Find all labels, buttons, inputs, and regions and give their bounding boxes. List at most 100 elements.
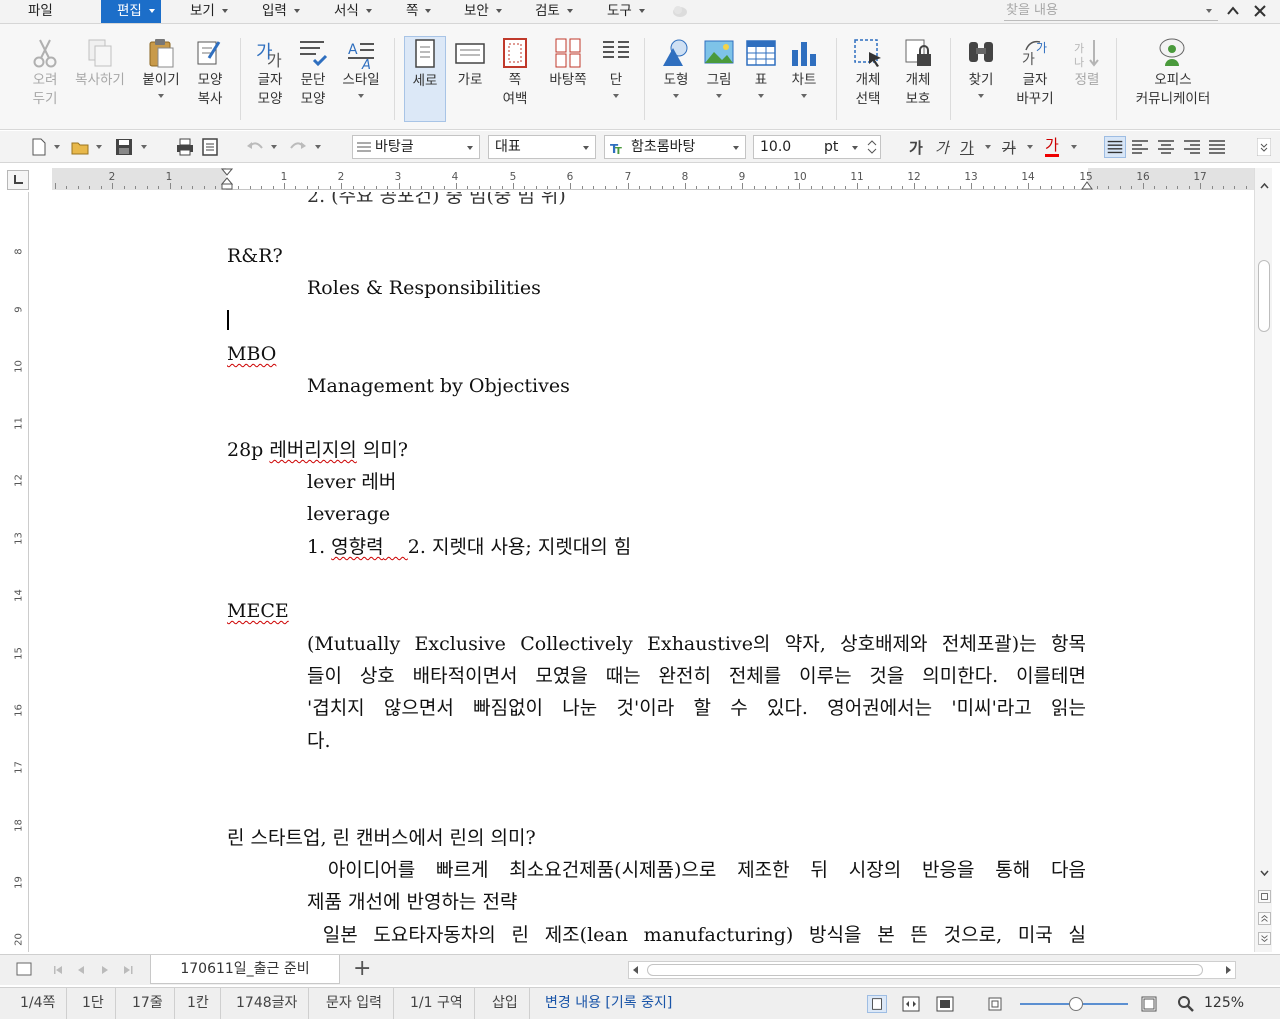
chevron-down-icon[interactable]	[315, 145, 321, 149]
chevron-down-icon[interactable]	[1027, 145, 1033, 149]
document-tab[interactable]: 170611일_출근 준비	[150, 955, 340, 984]
font-size-input[interactable]: 10.0 pt	[753, 135, 881, 159]
add-tab-button[interactable]: +	[353, 956, 371, 981]
menu-edit[interactable]: 편집	[101, 0, 161, 23]
object-select-button[interactable]: 개체 선택	[846, 36, 890, 126]
fit-width-icon[interactable]	[902, 996, 920, 1012]
redo-icon[interactable]	[289, 138, 307, 156]
shape-button[interactable]: 도형	[656, 36, 696, 126]
prev-page-icon[interactable]	[1258, 912, 1271, 925]
zoom-level[interactable]: 125%	[1204, 988, 1244, 1019]
print-icon[interactable]	[176, 138, 194, 156]
table-button[interactable]: 표	[742, 36, 780, 126]
ribbon-collapse-icon[interactable]	[1225, 3, 1241, 19]
font-select[interactable]: TT 함초롬바탕	[604, 135, 746, 159]
align-justify-icon[interactable]	[1104, 136, 1126, 158]
new-document-icon[interactable]	[30, 138, 48, 156]
menu-format[interactable]: 서식	[334, 0, 372, 23]
status-insert-mode[interactable]: 삽입	[481, 988, 530, 1019]
chevron-down-icon[interactable]	[1071, 145, 1077, 149]
horizontal-scrollbar-thumb[interactable]	[647, 964, 1203, 976]
tab-navigation-icons[interactable]	[52, 964, 136, 976]
para-shape-button[interactable]: 문단 모양	[293, 36, 333, 126]
landscape-button[interactable]: 가로	[450, 36, 490, 126]
paste-button[interactable]: 붙이기	[138, 36, 184, 126]
spin-stepper-icon[interactable]	[866, 138, 878, 156]
char-shape-button[interactable]: 가가 글자 모양	[250, 36, 290, 126]
normal-view-icon[interactable]	[867, 995, 887, 1013]
vertical-ruler[interactable]: 8 9 10 11 12 13 14 15 16 17 18 19 20	[9, 192, 29, 952]
chevron-down-icon[interactable]	[54, 145, 60, 149]
chevron-down-icon[interactable]	[985, 145, 991, 149]
font-color-button[interactable]: 가	[1045, 137, 1059, 157]
align-right-icon[interactable]	[1183, 138, 1201, 156]
zoom-out-icon[interactable]	[988, 997, 1002, 1011]
chart-button[interactable]: 차트	[784, 36, 824, 126]
scroll-down-icon[interactable]	[1258, 866, 1271, 879]
office-communicator-button[interactable]: 오피스 커뮤니케이터	[1128, 36, 1218, 126]
status-input-mode[interactable]: 문자 입력	[315, 988, 394, 1019]
format-copy-button[interactable]: 모양 복사	[190, 36, 230, 126]
chevron-down-icon[interactable]	[141, 145, 147, 149]
ruler-corner-button[interactable]	[7, 170, 29, 190]
find-input[interactable]: 찾을 내용	[1004, 1, 1218, 21]
close-icon[interactable]	[1252, 3, 1268, 19]
align-left-icon[interactable]	[1131, 138, 1149, 156]
chevron-down-icon[interactable]	[96, 145, 102, 149]
find-button[interactable]: 찾기	[962, 36, 1000, 126]
cloud-icon[interactable]	[671, 4, 689, 18]
horizontal-ruler[interactable]: 2 1 1 2 3 4 5 6 7 8 9 10 11 12 13 14 15 16 17	[52, 168, 1256, 190]
zoom-in-icon[interactable]	[1141, 996, 1157, 1012]
horizontal-scrollbar[interactable]	[628, 961, 1236, 979]
scroll-left-icon[interactable]	[631, 965, 641, 975]
style-button[interactable]: AA 스타일	[338, 36, 384, 126]
menu-tools-label: 도구	[607, 3, 632, 19]
object-protect-button[interactable]: 개체 보호	[896, 36, 940, 126]
replace-button[interactable]: 가가 글자 바꾸기	[1008, 36, 1062, 126]
page-margin-button[interactable]: 쪽 여백	[494, 36, 536, 126]
print-preview-icon[interactable]	[201, 138, 219, 156]
undo-icon[interactable]	[246, 138, 264, 156]
magnifier-icon[interactable]	[1177, 995, 1195, 1013]
picture-button[interactable]: 그림	[700, 36, 738, 126]
italic-button[interactable]: 가	[935, 137, 949, 158]
menu-security[interactable]: 보안	[464, 0, 502, 23]
copy-button[interactable]: 복사하기	[70, 36, 130, 126]
scroll-right-icon[interactable]	[1223, 965, 1233, 975]
strikethrough-button[interactable]: 가	[1002, 137, 1016, 158]
language-select[interactable]: 대표	[488, 135, 596, 159]
chevron-down-icon[interactable]	[271, 145, 277, 149]
zoom-slider-knob[interactable]	[1069, 997, 1083, 1011]
right-indent-marker-icon[interactable]	[1081, 178, 1093, 190]
align-center-icon[interactable]	[1157, 138, 1175, 156]
next-page-icon[interactable]	[1258, 932, 1271, 945]
column-button[interactable]: 단	[598, 36, 634, 126]
status-track-changes[interactable]: 변경 내용 [기록 중지]	[534, 988, 683, 1019]
scrollbar-thumb[interactable]	[1258, 260, 1270, 332]
window-layout-icon[interactable]	[16, 962, 32, 978]
menu-input[interactable]: 입력	[262, 0, 300, 23]
toolbar-more-icon[interactable]	[1257, 138, 1271, 156]
paragraph-style-select[interactable]: 바탕글	[352, 135, 480, 159]
indent-marker-icon[interactable]	[221, 168, 233, 190]
bold-button[interactable]: 가	[909, 137, 923, 158]
save-icon[interactable]	[115, 138, 133, 156]
menu-review[interactable]: 검토	[535, 0, 573, 23]
sort-button[interactable]: 가나 정렬	[1068, 36, 1106, 126]
underline-button[interactable]: 가	[960, 137, 974, 158]
cut-button[interactable]: 오려 두기	[24, 36, 66, 126]
document-area[interactable]: 2. (주요 공포건) 중 범(중 범 위) R&R? Roles & Resp…	[30, 192, 1254, 952]
portrait-button[interactable]: 세로	[404, 36, 446, 122]
menu-view[interactable]: 보기	[190, 0, 228, 23]
open-folder-icon[interactable]	[71, 138, 89, 156]
menu-file[interactable]: 파일	[28, 0, 53, 23]
full-page-icon[interactable]	[936, 996, 954, 1012]
menu-tools[interactable]: 도구	[607, 0, 645, 23]
page-view-icon[interactable]	[1258, 890, 1271, 903]
align-distribute-icon[interactable]	[1208, 138, 1226, 156]
menu-page[interactable]: 쪽	[406, 0, 432, 23]
page-bg-button[interactable]: 바탕쪽	[544, 36, 592, 126]
status-page[interactable]: 1/4쪽	[9, 988, 68, 1019]
vertical-scrollbar[interactable]	[1254, 168, 1272, 952]
scroll-up-icon[interactable]	[1258, 180, 1271, 193]
